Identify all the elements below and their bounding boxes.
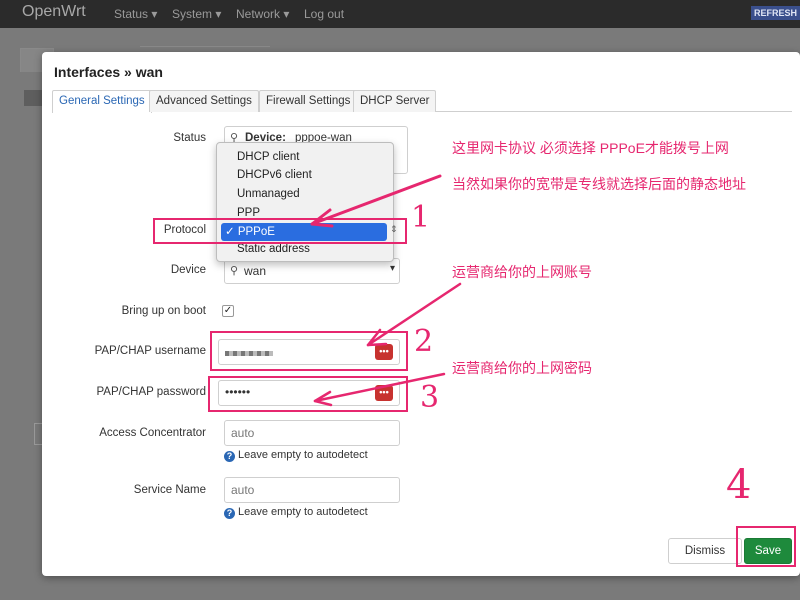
save-button[interactable]: Save: [744, 538, 792, 564]
username-label: PAP/CHAP username: [94, 345, 206, 357]
info-icon: ?: [224, 451, 235, 462]
protocol-option-static[interactable]: Static address: [237, 243, 310, 255]
menu-network[interactable]: Network ▾: [236, 7, 289, 21]
background-title: [24, 90, 44, 106]
annotation-password-note: 运营商给你的上网密码: [452, 360, 592, 376]
background-button: [34, 423, 42, 445]
access-concentrator-input[interactable]: auto: [224, 420, 400, 446]
protocol-label: Protocol: [163, 224, 206, 236]
annotation-number-4: 4: [726, 462, 752, 508]
status-label: Status: [173, 132, 206, 144]
interface-edit-modal: Interfaces » wan General Settings Advanc…: [42, 52, 800, 576]
annotation-username-note: 运营商给你的上网账号: [452, 264, 592, 280]
tab-advanced-settings[interactable]: Advanced Settings: [149, 90, 259, 112]
protocol-option-pppoe[interactable]: ✓ PPPoE: [221, 223, 387, 241]
bring-up-label: Bring up on boot: [121, 305, 206, 317]
username-input[interactable]: •••: [218, 339, 400, 365]
dismiss-button[interactable]: Dismiss: [668, 538, 742, 564]
password-value: ••••••: [225, 385, 251, 399]
annotation-protocol-line1: 这里网卡协议 必须选择 PPPoE才能拨号上网: [452, 140, 729, 156]
protocol-select-arrows-icon: ⇕: [390, 224, 398, 234]
key-icon[interactable]: •••: [375, 344, 393, 360]
access-concentrator-placeholder: auto: [231, 426, 255, 440]
tab-dhcp-server[interactable]: DHCP Server: [353, 90, 437, 112]
service-name-placeholder: auto: [231, 483, 255, 497]
tab-general-settings[interactable]: General Settings: [52, 90, 152, 113]
top-navbar: OpenWrt Status ▾ System ▾ Network ▾ Log …: [0, 0, 800, 28]
device-label: Device: [170, 264, 206, 276]
service-name-label: Service Name: [133, 484, 206, 496]
protocol-option-dhcpv6[interactable]: DHCPv6 client: [237, 169, 312, 181]
protocol-dropdown[interactable]: DHCP client DHCPv6 client Unmanaged PPP …: [216, 142, 394, 262]
protocol-option-dhcp[interactable]: DHCP client: [237, 151, 299, 163]
network-device-icon: ⚲: [230, 265, 239, 277]
service-name-hint: ? Leave empty to autodetect: [224, 506, 368, 519]
menu-status[interactable]: Status ▾: [114, 7, 157, 21]
brand-logo[interactable]: OpenWrt: [22, 3, 86, 21]
tab-firewall-settings[interactable]: Firewall Settings: [259, 90, 358, 112]
protocol-option-unmanaged[interactable]: Unmanaged: [237, 188, 300, 200]
annotation-protocol-line2: 当然如果你的宽带是专线就选择后面的静态地址: [452, 176, 746, 192]
username-obscured: [225, 351, 273, 356]
annotation-number-2: 2: [414, 324, 434, 359]
menu-system[interactable]: System ▾: [172, 7, 221, 21]
annotation-number-3: 3: [420, 380, 440, 415]
service-name-input[interactable]: auto: [224, 477, 400, 503]
annotation-number-1: 1: [411, 200, 431, 235]
modal-title: Interfaces » wan: [54, 64, 163, 80]
protocol-option-ppp[interactable]: PPP: [237, 207, 260, 219]
tab-bar: General Settings Advanced Settings Firew…: [52, 90, 792, 113]
access-concentrator-hint: ? Leave empty to autodetect: [224, 449, 368, 462]
refresh-badge[interactable]: REFRESH: [750, 6, 800, 20]
chevron-down-icon: ▾: [389, 263, 395, 274]
info-icon: ?: [224, 508, 235, 519]
password-input[interactable]: •••••• •••: [218, 380, 400, 406]
bring-up-checkbox[interactable]: ✓: [222, 305, 234, 317]
access-concentrator-label: Access Concentrator: [99, 427, 206, 439]
check-icon: ✓: [225, 226, 238, 238]
password-label: PAP/CHAP password: [96, 386, 206, 398]
menu-logout[interactable]: Log out: [304, 7, 344, 21]
key-icon[interactable]: •••: [375, 385, 393, 401]
device-value: wan: [244, 264, 267, 278]
